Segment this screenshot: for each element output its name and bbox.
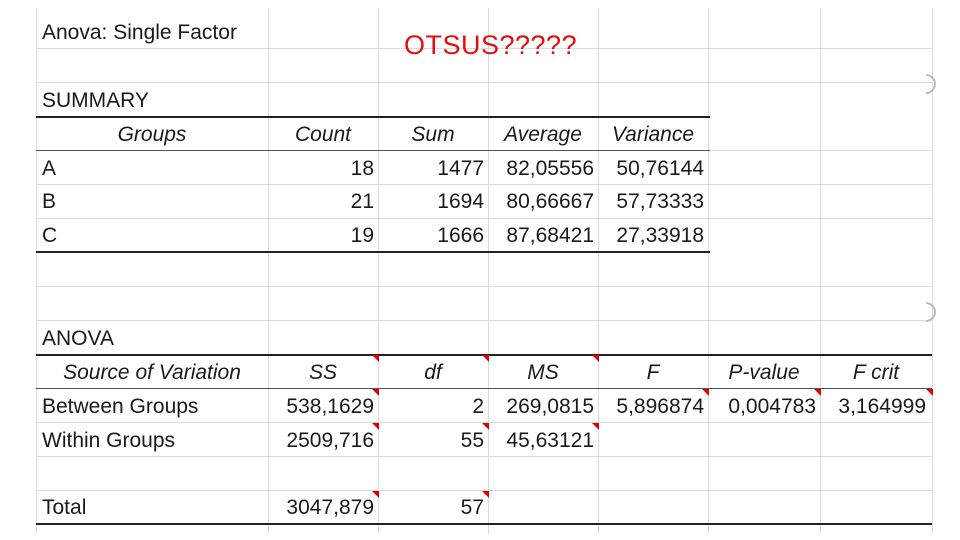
anova-ms[interactable]: 269,0815 — [488, 392, 594, 422]
anova-ss[interactable]: 2509,716 — [268, 426, 374, 456]
summary-variance[interactable]: 50,76144 — [598, 154, 704, 184]
summary-header-sum[interactable]: Sum — [378, 120, 488, 150]
summary-count[interactable]: 18 — [268, 154, 374, 184]
clipped-cell-edge — [926, 302, 936, 322]
anova-f[interactable]: 5,896874 — [598, 392, 704, 422]
anova-total-ss[interactable]: 3047,879 — [268, 493, 374, 523]
comment-indicator-icon[interactable] — [372, 355, 379, 362]
anova-df[interactable]: 55 — [378, 426, 484, 456]
comment-indicator-icon[interactable] — [372, 389, 379, 396]
anova-source[interactable]: Within Groups — [42, 426, 175, 456]
summary-top-rule — [36, 116, 710, 118]
summary-header-average[interactable]: Average — [488, 120, 598, 150]
comment-indicator-icon[interactable] — [702, 389, 709, 396]
anova-header-ms[interactable]: MS — [488, 358, 598, 388]
anova-header-rule — [36, 388, 932, 389]
comment-indicator-icon[interactable] — [372, 491, 379, 498]
spreadsheet-view: Anova: Single Factor SUMMARY Groups Coun… — [0, 0, 960, 540]
summary-label[interactable]: SUMMARY — [42, 86, 149, 116]
summary-sum[interactable]: 1694 — [378, 187, 484, 217]
anova-header-f-crit[interactable]: F crit — [820, 358, 932, 388]
clipped-cell-edge — [926, 74, 936, 94]
summary-group-name[interactable]: C — [42, 221, 57, 251]
summary-count[interactable]: 19 — [268, 221, 374, 251]
comment-indicator-icon[interactable] — [482, 423, 489, 430]
anova-header-ss[interactable]: SS — [268, 358, 378, 388]
comment-indicator-icon[interactable] — [372, 423, 379, 430]
summary-header-rule — [36, 150, 710, 151]
summary-sum[interactable]: 1666 — [378, 221, 484, 251]
anova-f-crit[interactable]: 3,164999 — [820, 392, 926, 422]
anova-header-source[interactable]: Source of Variation — [36, 358, 268, 388]
anova-header-df[interactable]: df — [378, 358, 488, 388]
summary-average[interactable]: 87,68421 — [488, 221, 594, 251]
comment-indicator-icon[interactable] — [482, 355, 489, 362]
anova-header-f[interactable]: F — [598, 358, 708, 388]
gridline — [36, 286, 932, 287]
anova-ms[interactable]: 45,63121 — [488, 426, 594, 456]
comment-indicator-icon[interactable] — [482, 491, 489, 498]
anova-bottom-rule — [36, 523, 932, 525]
summary-header-count[interactable]: Count — [268, 120, 378, 150]
summary-header-groups[interactable]: Groups — [36, 120, 268, 150]
gridline — [36, 82, 932, 83]
anova-p-value[interactable]: 0,004783 — [708, 392, 816, 422]
summary-sum[interactable]: 1477 — [378, 154, 484, 184]
summary-bottom-rule — [36, 251, 710, 253]
comment-indicator-icon[interactable] — [592, 355, 599, 362]
summary-group-name[interactable]: A — [42, 154, 56, 184]
comment-indicator-icon[interactable] — [814, 389, 821, 396]
anova-df[interactable]: 2 — [378, 392, 484, 422]
summary-count[interactable]: 21 — [268, 187, 374, 217]
summary-header-variance[interactable]: Variance — [598, 120, 708, 150]
gridline — [36, 320, 932, 321]
sheet-title[interactable]: Anova: Single Factor — [42, 18, 237, 48]
anova-source[interactable]: Between Groups — [42, 392, 198, 422]
anova-total-df[interactable]: 57 — [378, 493, 484, 523]
gridline — [36, 184, 932, 185]
summary-variance[interactable]: 57,73333 — [598, 187, 704, 217]
overlay-annotation: OTSUS????? — [404, 30, 578, 60]
comment-indicator-icon[interactable] — [926, 389, 933, 396]
summary-average[interactable]: 82,05556 — [488, 154, 594, 184]
gridline — [36, 218, 932, 219]
anova-ss[interactable]: 538,1629 — [268, 392, 374, 422]
summary-group-name[interactable]: B — [42, 187, 56, 217]
summary-average[interactable]: 80,66667 — [488, 187, 594, 217]
summary-variance[interactable]: 27,33918 — [598, 221, 704, 251]
anova-header-p-value[interactable]: P-value — [708, 358, 820, 388]
anova-label[interactable]: ANOVA — [42, 324, 114, 354]
anova-total-label[interactable]: Total — [42, 493, 86, 523]
comment-indicator-icon[interactable] — [592, 423, 599, 430]
gridline — [36, 456, 932, 457]
